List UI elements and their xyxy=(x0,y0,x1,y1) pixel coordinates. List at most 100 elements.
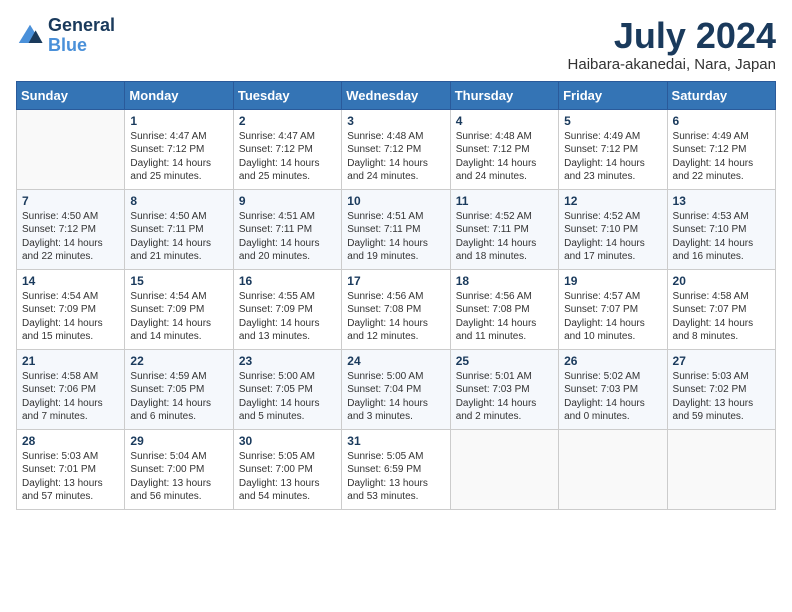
calendar-cell: 27 Sunrise: 5:03 AMSunset: 7:02 PMDayligh… xyxy=(667,349,775,429)
calendar-cell: 28 Sunrise: 5:03 AMSunset: 7:01 PMDayligh… xyxy=(17,429,125,509)
day-number: 17 xyxy=(347,274,444,288)
calendar-week-row: 21Sunrise: 4:58 AMSunset: 7:06 PMDayligh… xyxy=(17,349,776,429)
day-info: Sunrise: 4:53 AMSunset: 7:10 PMDaylight:… xyxy=(673,210,770,264)
month-year: July 2024 xyxy=(568,16,776,56)
day-number: 8 xyxy=(130,194,227,208)
day-number: 3 xyxy=(347,114,444,128)
day-number: 5 xyxy=(564,114,661,128)
day-number: 31 xyxy=(347,434,444,448)
day-number: 19 xyxy=(564,274,661,288)
calendar-cell: 25 Sunrise: 5:01 AMSunset: 7:03 PMDayligh… xyxy=(450,349,558,429)
calendar-cell: 1Sunrise: 4:47 AMSunset: 7:12 PMDaylight… xyxy=(125,109,233,189)
day-info: Sunrise: 4:51 AMSunset: 7:11 PMDaylight:… xyxy=(239,210,336,264)
calendar-body: 1Sunrise: 4:47 AMSunset: 7:12 PMDaylight… xyxy=(17,109,776,509)
day-number: 25 xyxy=(456,354,553,368)
day-info: Sunrise: 4:52 AMSunset: 7:10 PMDaylight:… xyxy=(564,210,661,264)
calendar-cell xyxy=(17,109,125,189)
day-number: 13 xyxy=(673,194,770,208)
weekday-header: Friday xyxy=(559,81,667,109)
day-info: Sunrise: 5:05 AMSunset: 7:00 PMDaylight:… xyxy=(239,450,336,504)
calendar-cell: 3Sunrise: 4:48 AMSunset: 7:12 PMDaylight… xyxy=(342,109,450,189)
day-info: Sunrise: 5:00 AMSunset: 7:05 PMDaylight:… xyxy=(239,370,336,424)
day-info: Sunrise: 5:01 AMSunset: 7:03 PMDaylight:… xyxy=(456,370,553,424)
calendar-week-row: 1Sunrise: 4:47 AMSunset: 7:12 PMDaylight… xyxy=(17,109,776,189)
day-number: 7 xyxy=(22,194,119,208)
day-info: Sunrise: 4:56 AMSunset: 7:08 PMDaylight:… xyxy=(456,290,553,344)
calendar-cell: 20 Sunrise: 4:58 AMSunset: 7:07 PMDayligh… xyxy=(667,269,775,349)
day-info: Sunrise: 5:03 AMSunset: 7:02 PMDaylight:… xyxy=(673,370,770,424)
day-info: Sunrise: 4:56 AMSunset: 7:08 PMDaylight:… xyxy=(347,290,444,344)
calendar-cell xyxy=(450,429,558,509)
day-info: Sunrise: 4:50 AMSunset: 7:11 PMDaylight:… xyxy=(130,210,227,264)
calendar-cell: 5Sunrise: 4:49 AMSunset: 7:12 PMDaylight… xyxy=(559,109,667,189)
weekday-header: Monday xyxy=(125,81,233,109)
calendar-cell: 10 Sunrise: 4:51 AMSunset: 7:11 PMDayligh… xyxy=(342,189,450,269)
calendar-week-row: 14 Sunrise: 4:54 AMSunset: 7:09 PMDayligh… xyxy=(17,269,776,349)
day-info: Sunrise: 4:54 AMSunset: 7:09 PMDaylight:… xyxy=(22,290,119,344)
day-number: 10 xyxy=(347,194,444,208)
day-info: Sunrise: 4:49 AMSunset: 7:12 PMDaylight:… xyxy=(673,130,770,184)
calendar-cell: 8 Sunrise: 4:50 AMSunset: 7:11 PMDaylight… xyxy=(125,189,233,269)
day-number: 4 xyxy=(456,114,553,128)
day-info: Sunrise: 4:57 AMSunset: 7:07 PMDaylight:… xyxy=(564,290,661,344)
calendar-cell: 24 Sunrise: 5:00 AMSunset: 7:04 PMDayligh… xyxy=(342,349,450,429)
calendar-cell: 6 Sunrise: 4:49 AMSunset: 7:12 PMDaylight… xyxy=(667,109,775,189)
day-info: Sunrise: 5:00 AMSunset: 7:04 PMDaylight:… xyxy=(347,370,444,424)
day-info: Sunrise: 4:47 AMSunset: 7:12 PMDaylight:… xyxy=(239,130,336,184)
calendar-cell: 21Sunrise: 4:58 AMSunset: 7:06 PMDayligh… xyxy=(17,349,125,429)
day-info: Sunrise: 4:58 AMSunset: 7:07 PMDaylight:… xyxy=(673,290,770,344)
calendar-cell: 22Sunrise: 4:59 AMSunset: 7:05 PMDayligh… xyxy=(125,349,233,429)
calendar-cell: 23 Sunrise: 5:00 AMSunset: 7:05 PMDayligh… xyxy=(233,349,341,429)
day-number: 30 xyxy=(239,434,336,448)
calendar-cell: 9 Sunrise: 4:51 AMSunset: 7:11 PMDaylight… xyxy=(233,189,341,269)
calendar-cell xyxy=(559,429,667,509)
day-number: 2 xyxy=(239,114,336,128)
day-number: 11 xyxy=(456,194,553,208)
title-block: July 2024 Haibara-akanedai, Nara, Japan xyxy=(568,16,776,73)
calendar-cell: 16Sunrise: 4:55 AMSunset: 7:09 PMDayligh… xyxy=(233,269,341,349)
day-info: Sunrise: 4:50 AMSunset: 7:12 PMDaylight:… xyxy=(22,210,119,264)
day-number: 15 xyxy=(130,274,227,288)
day-number: 28 xyxy=(22,434,119,448)
page-header: General Blue July 2024 Haibara-akanedai,… xyxy=(16,16,776,73)
day-number: 14 xyxy=(22,274,119,288)
calendar-cell: 2 Sunrise: 4:47 AMSunset: 7:12 PMDaylight… xyxy=(233,109,341,189)
day-info: Sunrise: 4:48 AMSunset: 7:12 PMDaylight:… xyxy=(456,130,553,184)
weekday-header: Tuesday xyxy=(233,81,341,109)
day-number: 21 xyxy=(22,354,119,368)
day-info: Sunrise: 4:51 AMSunset: 7:11 PMDaylight:… xyxy=(347,210,444,264)
day-number: 24 xyxy=(347,354,444,368)
day-info: Sunrise: 5:05 AMSunset: 6:59 PMDaylight:… xyxy=(347,450,444,504)
day-number: 23 xyxy=(239,354,336,368)
day-info: Sunrise: 4:55 AMSunset: 7:09 PMDaylight:… xyxy=(239,290,336,344)
calendar-cell: 17 Sunrise: 4:56 AMSunset: 7:08 PMDayligh… xyxy=(342,269,450,349)
calendar-table: SundayMondayTuesdayWednesdayThursdayFrid… xyxy=(16,81,776,510)
calendar-cell: 13 Sunrise: 4:53 AMSunset: 7:10 PMDayligh… xyxy=(667,189,775,269)
day-number: 22 xyxy=(130,354,227,368)
location: Haibara-akanedai, Nara, Japan xyxy=(568,56,776,73)
calendar-cell: 18Sunrise: 4:56 AMSunset: 7:08 PMDayligh… xyxy=(450,269,558,349)
day-info: Sunrise: 4:47 AMSunset: 7:12 PMDaylight:… xyxy=(130,130,227,184)
calendar-cell: 30 Sunrise: 5:05 AMSunset: 7:00 PMDayligh… xyxy=(233,429,341,509)
calendar-cell: 15Sunrise: 4:54 AMSunset: 7:09 PMDayligh… xyxy=(125,269,233,349)
weekday-header: Sunday xyxy=(17,81,125,109)
calendar-cell xyxy=(667,429,775,509)
day-info: Sunrise: 5:03 AMSunset: 7:01 PMDaylight:… xyxy=(22,450,119,504)
day-number: 6 xyxy=(673,114,770,128)
weekday-row: SundayMondayTuesdayWednesdayThursdayFrid… xyxy=(17,81,776,109)
calendar-week-row: 7 Sunrise: 4:50 AMSunset: 7:12 PMDaylight… xyxy=(17,189,776,269)
calendar-cell: 11 Sunrise: 4:52 AMSunset: 7:11 PMDayligh… xyxy=(450,189,558,269)
day-number: 26 xyxy=(564,354,661,368)
day-info: Sunrise: 4:52 AMSunset: 7:11 PMDaylight:… xyxy=(456,210,553,264)
day-number: 29 xyxy=(130,434,227,448)
day-number: 27 xyxy=(673,354,770,368)
calendar-cell: 29Sunrise: 5:04 AMSunset: 7:00 PMDayligh… xyxy=(125,429,233,509)
day-number: 12 xyxy=(564,194,661,208)
day-number: 9 xyxy=(239,194,336,208)
calendar-header: SundayMondayTuesdayWednesdayThursdayFrid… xyxy=(17,81,776,109)
calendar-cell: 7 Sunrise: 4:50 AMSunset: 7:12 PMDaylight… xyxy=(17,189,125,269)
weekday-header: Saturday xyxy=(667,81,775,109)
calendar-cell: 14 Sunrise: 4:54 AMSunset: 7:09 PMDayligh… xyxy=(17,269,125,349)
day-number: 20 xyxy=(673,274,770,288)
calendar-cell: 19 Sunrise: 4:57 AMSunset: 7:07 PMDayligh… xyxy=(559,269,667,349)
